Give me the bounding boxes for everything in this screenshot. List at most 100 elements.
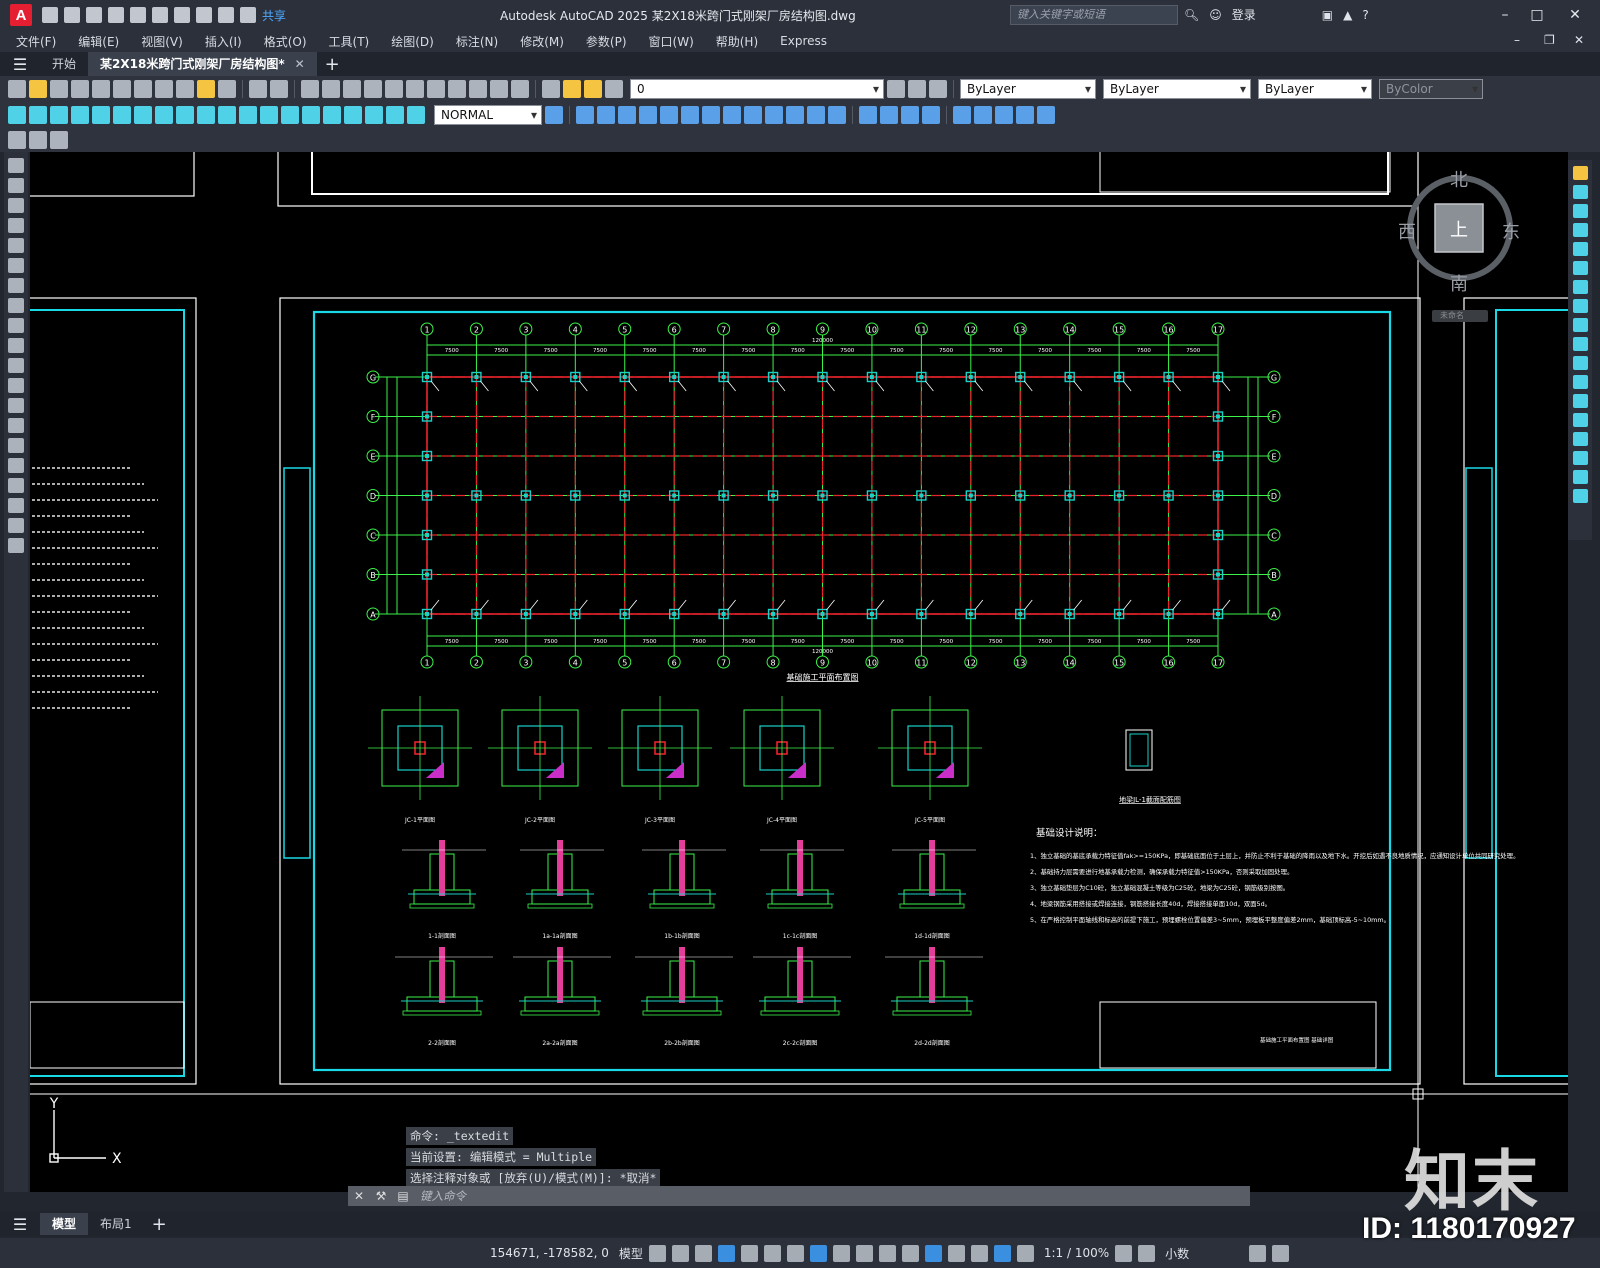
visual-style-conceptual-icon[interactable] [922,106,940,124]
interfere-icon[interactable] [765,106,783,124]
compass-west-label[interactable]: 西 [1398,218,1416,244]
visual-style-realistic-icon[interactable] [901,106,919,124]
ellipse-icon[interactable] [8,338,24,353]
inspect-icon[interactable] [323,106,341,124]
dim-radius-icon[interactable] [92,106,110,124]
doc-minimize-button[interactable]: – [1514,33,1520,47]
solid-subtract-icon[interactable] [639,106,657,124]
view-cube[interactable] [1407,175,1513,322]
block-editor-icon[interactable] [218,80,236,98]
new-file-icon[interactable] [42,7,58,23]
minimize-button[interactable]: – [1490,4,1520,26]
coordinate-readout[interactable]: 154671, -178582, 0 [490,1246,609,1260]
dim-linear-icon[interactable] [8,106,26,124]
3d-move-icon[interactable] [786,106,804,124]
dim-aligned-icon[interactable] [29,106,47,124]
3d-osnap-icon[interactable] [924,1244,942,1262]
arc-icon[interactable] [8,258,24,273]
dim-arc-icon[interactable] [50,106,68,124]
gradient-icon[interactable] [8,458,24,473]
design-center-icon[interactable] [406,80,424,98]
express-tools-icon[interactable] [50,131,68,149]
3d-rotate-icon[interactable] [807,106,825,124]
layer-freeze-icon[interactable] [584,80,602,98]
tolerance-icon[interactable] [281,106,299,124]
add-selected-icon[interactable] [8,538,24,553]
trim-icon[interactable] [1572,337,1588,351]
table-icon[interactable] [8,498,24,513]
open-icon[interactable] [29,80,47,98]
ucs-object-icon[interactable] [1037,106,1055,124]
ucs-face-icon[interactable] [1016,106,1034,124]
dynamic-ucs-icon[interactable] [947,1244,965,1262]
polygon-icon[interactable] [8,218,24,233]
tab-document[interactable]: 某2X18米跨门式刚架厂房结构图* ✕ [88,52,317,76]
fillet-icon[interactable] [1572,451,1588,465]
save-as-icon[interactable] [108,7,124,23]
menu-parametric[interactable]: 参数(P) [575,33,638,50]
quick-properties-icon[interactable] [1249,1244,1267,1262]
redo-icon[interactable] [218,7,234,23]
tab-model[interactable]: 模型 [40,1213,89,1235]
solid-cylinder-icon[interactable] [597,106,615,124]
copy-object-icon[interactable] [1572,185,1588,199]
dim-style-icon[interactable] [545,106,563,124]
polar-icon[interactable] [763,1244,781,1262]
dim-continue-icon[interactable] [218,106,236,124]
compass-east-label[interactable]: 东 [1502,218,1520,244]
selection-filter-icon[interactable] [970,1244,988,1262]
visual-style-hidden-icon[interactable] [880,106,898,124]
compass-north-label[interactable]: 北 [1450,166,1468,192]
ortho-icon[interactable] [740,1244,758,1262]
open-web-icon[interactable] [130,7,146,23]
construction-line-icon[interactable] [8,178,24,193]
grid-icon[interactable] [648,1244,666,1262]
qnew-icon[interactable] [8,80,26,98]
ucs-icon[interactable] [953,106,971,124]
dim-update-icon[interactable] [407,106,425,124]
line-icon[interactable] [8,158,24,173]
layer-previous-icon[interactable] [908,80,926,98]
tab-layout1[interactable]: 布局1 [88,1213,144,1235]
dim-text-edit-icon[interactable] [386,106,404,124]
annotation-monitor-icon[interactable] [1138,1244,1156,1262]
break-icon[interactable] [1572,394,1588,408]
close-tab-icon[interactable]: ✕ [295,57,305,71]
dim-baseline-icon[interactable] [197,106,215,124]
customize-command-icon[interactable]: ⚒ [370,1189,392,1203]
redo-toolbar-icon[interactable] [270,80,288,98]
layout-menu-icon[interactable]: ☰ [0,1215,40,1234]
help-search-input[interactable]: 键入关键字或短语 [1010,5,1178,25]
layer-dropdown[interactable]: 0 [630,79,884,99]
command-input[interactable]: 键入命令 [420,1188,466,1204]
layer-state-icon[interactable] [929,80,947,98]
doc-restore-button[interactable]: ❐ [1544,33,1555,47]
osnap-icon[interactable] [832,1244,850,1262]
infer-icon[interactable] [694,1244,712,1262]
break-point-icon[interactable] [1572,375,1588,389]
move-icon[interactable] [1572,261,1588,275]
publish-icon[interactable] [113,80,131,98]
dim-edit-icon[interactable] [365,106,383,124]
polyline-icon[interactable] [8,198,24,213]
extrude-icon[interactable] [681,106,699,124]
jogged-linear-icon[interactable] [344,106,362,124]
match-prop-icon[interactable] [197,80,215,98]
menu-draw[interactable]: 绘图(D) [380,33,445,50]
add-layout-button[interactable]: + [152,1214,167,1235]
stretch-icon[interactable] [1572,318,1588,332]
zoom-window-icon[interactable] [343,80,361,98]
view-cube-top-label[interactable]: 上 [1450,216,1468,242]
menu-edit[interactable]: 编辑(E) [67,33,130,50]
lineweight-dropdown[interactable]: ByLayer [1258,79,1372,99]
revolve-icon[interactable] [702,106,720,124]
isodraft-icon[interactable] [786,1244,804,1262]
make-current-icon[interactable] [887,80,905,98]
mtext-icon[interactable] [8,518,24,533]
annotation-scale[interactable]: 1:1 / 100% [1044,1246,1109,1260]
plot-icon[interactable] [174,7,190,23]
visual-style-wire-icon[interactable] [859,106,877,124]
save-web-icon[interactable] [152,7,168,23]
menu-help[interactable]: 帮助(H) [705,33,769,50]
solid-box-icon[interactable] [576,106,594,124]
